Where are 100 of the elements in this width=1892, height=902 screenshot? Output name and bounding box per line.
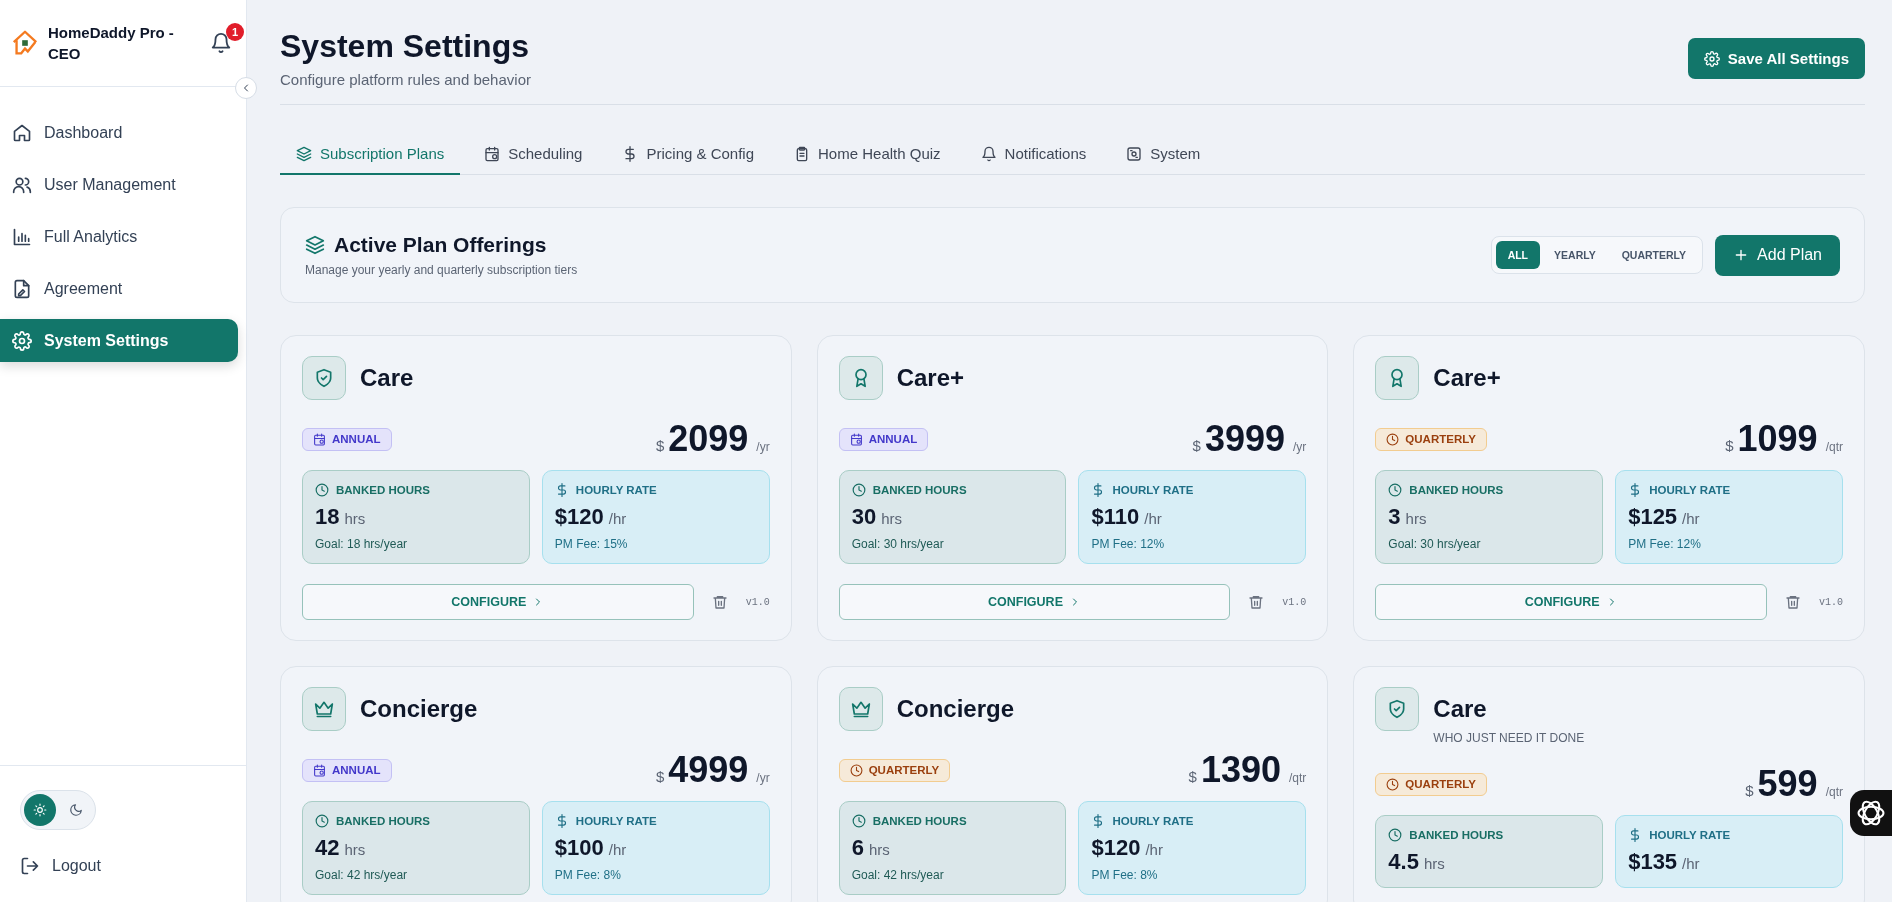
tab[interactable]: Scheduling [468, 145, 599, 175]
version-label: v1.0 [1282, 596, 1307, 608]
currency-symbol: $ [1725, 437, 1734, 454]
price-unit: /qtr [1289, 771, 1307, 785]
document-icon [12, 278, 32, 299]
period-badge: QUARTERLY [1375, 772, 1487, 796]
page-title: System Settings [280, 28, 530, 65]
price-unit: /qtr [1825, 440, 1843, 454]
shield-icon [302, 356, 346, 400]
configure-button[interactable]: CONFIGURE [302, 584, 694, 620]
stat-label: BANKED HOURS [336, 815, 430, 827]
configure-button[interactable]: CONFIGURE [1375, 584, 1767, 620]
delete-icon[interactable] [711, 594, 728, 610]
logout-link[interactable]: Logout [20, 856, 101, 876]
section-title: Active Plan Offerings [334, 233, 547, 257]
stat-unit: hrs [344, 841, 366, 858]
bar-chart-icon [12, 226, 32, 247]
plan-name: Concierge [360, 695, 478, 723]
moon-icon [69, 803, 83, 817]
tab[interactable]: Pricing & Config [606, 145, 771, 175]
tab[interactable]: Home Health Quiz [778, 145, 957, 175]
price-unit: /yr [756, 771, 770, 785]
shield-icon [1375, 687, 1420, 731]
delete-icon[interactable] [1784, 594, 1801, 610]
ribbon-icon [1375, 356, 1420, 400]
plan-tagline: WHO JUST NEED IT DONE [1433, 731, 1585, 745]
tab[interactable]: System [1110, 145, 1217, 175]
stat-note: PM Fee: 8% [554, 868, 622, 882]
stat-unit: /hr [1682, 855, 1700, 872]
clock-icon [851, 814, 866, 828]
plan-price: 1099 [1737, 418, 1818, 460]
calendar-icon [313, 763, 326, 777]
collapse-button[interactable] [235, 77, 257, 99]
nav-item[interactable]: Agreement [0, 267, 238, 310]
plan-name: Concierge [896, 695, 1015, 723]
brand-name: HomeDaddy Pro - CEO [48, 23, 175, 64]
clock-icon [1386, 432, 1400, 446]
plan-name: Care+ [1433, 364, 1501, 392]
filter-option[interactable]: QUARTERLY [1609, 241, 1699, 269]
nav-item[interactable]: Dashboard [0, 111, 238, 154]
price-unit: /yr [1293, 440, 1307, 454]
period-badge: QUARTERLY [838, 758, 951, 782]
stat-value: $110 [1091, 504, 1140, 530]
stat-note: Goal: 30 hrs/year [851, 537, 945, 551]
stat-label: HOURLY RATE [1112, 484, 1194, 496]
settings-icon [1703, 50, 1720, 67]
filter-option[interactable]: ALL [1495, 241, 1541, 269]
delete-icon[interactable] [1248, 594, 1265, 610]
stat-value: $120 [1091, 835, 1141, 861]
stat-unit: hrs [1423, 855, 1445, 872]
add-plan-button[interactable]: Add Plan [1715, 234, 1840, 276]
calendar-icon [313, 432, 326, 446]
crown-icon [302, 687, 346, 731]
price-unit: /yr [756, 440, 770, 454]
save-button[interactable]: Save All Settings [1687, 38, 1865, 79]
currency-symbol: $ [1745, 782, 1754, 799]
stat-note: Goal: 42 hrs/year [315, 868, 409, 882]
system-icon [1126, 145, 1143, 162]
bell-icon[interactable] [210, 32, 232, 54]
assistant-widget-icon[interactable] [1850, 790, 1892, 836]
filter-option[interactable]: YEARLY [1542, 241, 1608, 269]
plan-price: 2099 [668, 418, 749, 460]
section-subtitle: Manage your yearly and quarterly subscription tiers [305, 263, 578, 277]
bell-icon [980, 145, 997, 162]
currency-symbol: $ [655, 437, 665, 454]
plan-name: Care [360, 364, 414, 392]
stat-label: BANKED HOURS [336, 484, 430, 496]
crown-icon [838, 687, 883, 731]
plan-price: 1390 [1200, 749, 1281, 791]
nav-item[interactable]: Full Analytics [0, 215, 238, 258]
light-mode-button[interactable] [24, 794, 56, 826]
currency-symbol: $ [655, 768, 665, 785]
stat-note: PM Fee: 12% [1091, 537, 1166, 551]
stat-value: $135 [1628, 849, 1678, 875]
ribbon-icon [838, 356, 883, 400]
stat-note: PM Fee: 8% [1091, 868, 1159, 882]
clock-icon [1388, 483, 1403, 497]
stat-note: PM Fee: 15% [554, 537, 629, 551]
settings-icon [12, 330, 32, 351]
stat-label: BANKED HOURS [872, 815, 967, 827]
period-badge: ANNUAL [838, 427, 929, 451]
clock-icon [849, 763, 863, 777]
home-icon [12, 122, 32, 143]
plan-price: 3999 [1204, 418, 1285, 460]
stat-note: PM Fee: 12% [1628, 537, 1702, 551]
stat-unit: hrs [1405, 510, 1427, 527]
period-badge: ANNUAL [302, 758, 392, 782]
currency-symbol: $ [1188, 768, 1197, 785]
nav-item[interactable]: User Management [0, 163, 238, 206]
stat-value: 18 [315, 504, 340, 530]
configure-button[interactable]: CONFIGURE [838, 584, 1231, 620]
stat-unit: /hr [1144, 510, 1162, 527]
plan-name: Care+ [896, 364, 965, 392]
clock-icon [1388, 828, 1403, 842]
version-label: v1.0 [745, 596, 770, 608]
nav-item[interactable]: System Settings [0, 319, 238, 362]
clock-icon [315, 483, 329, 497]
tab[interactable]: Subscription Plans [280, 145, 461, 175]
tab[interactable]: Notifications [964, 145, 1103, 175]
stat-value: 3 [1388, 504, 1401, 530]
